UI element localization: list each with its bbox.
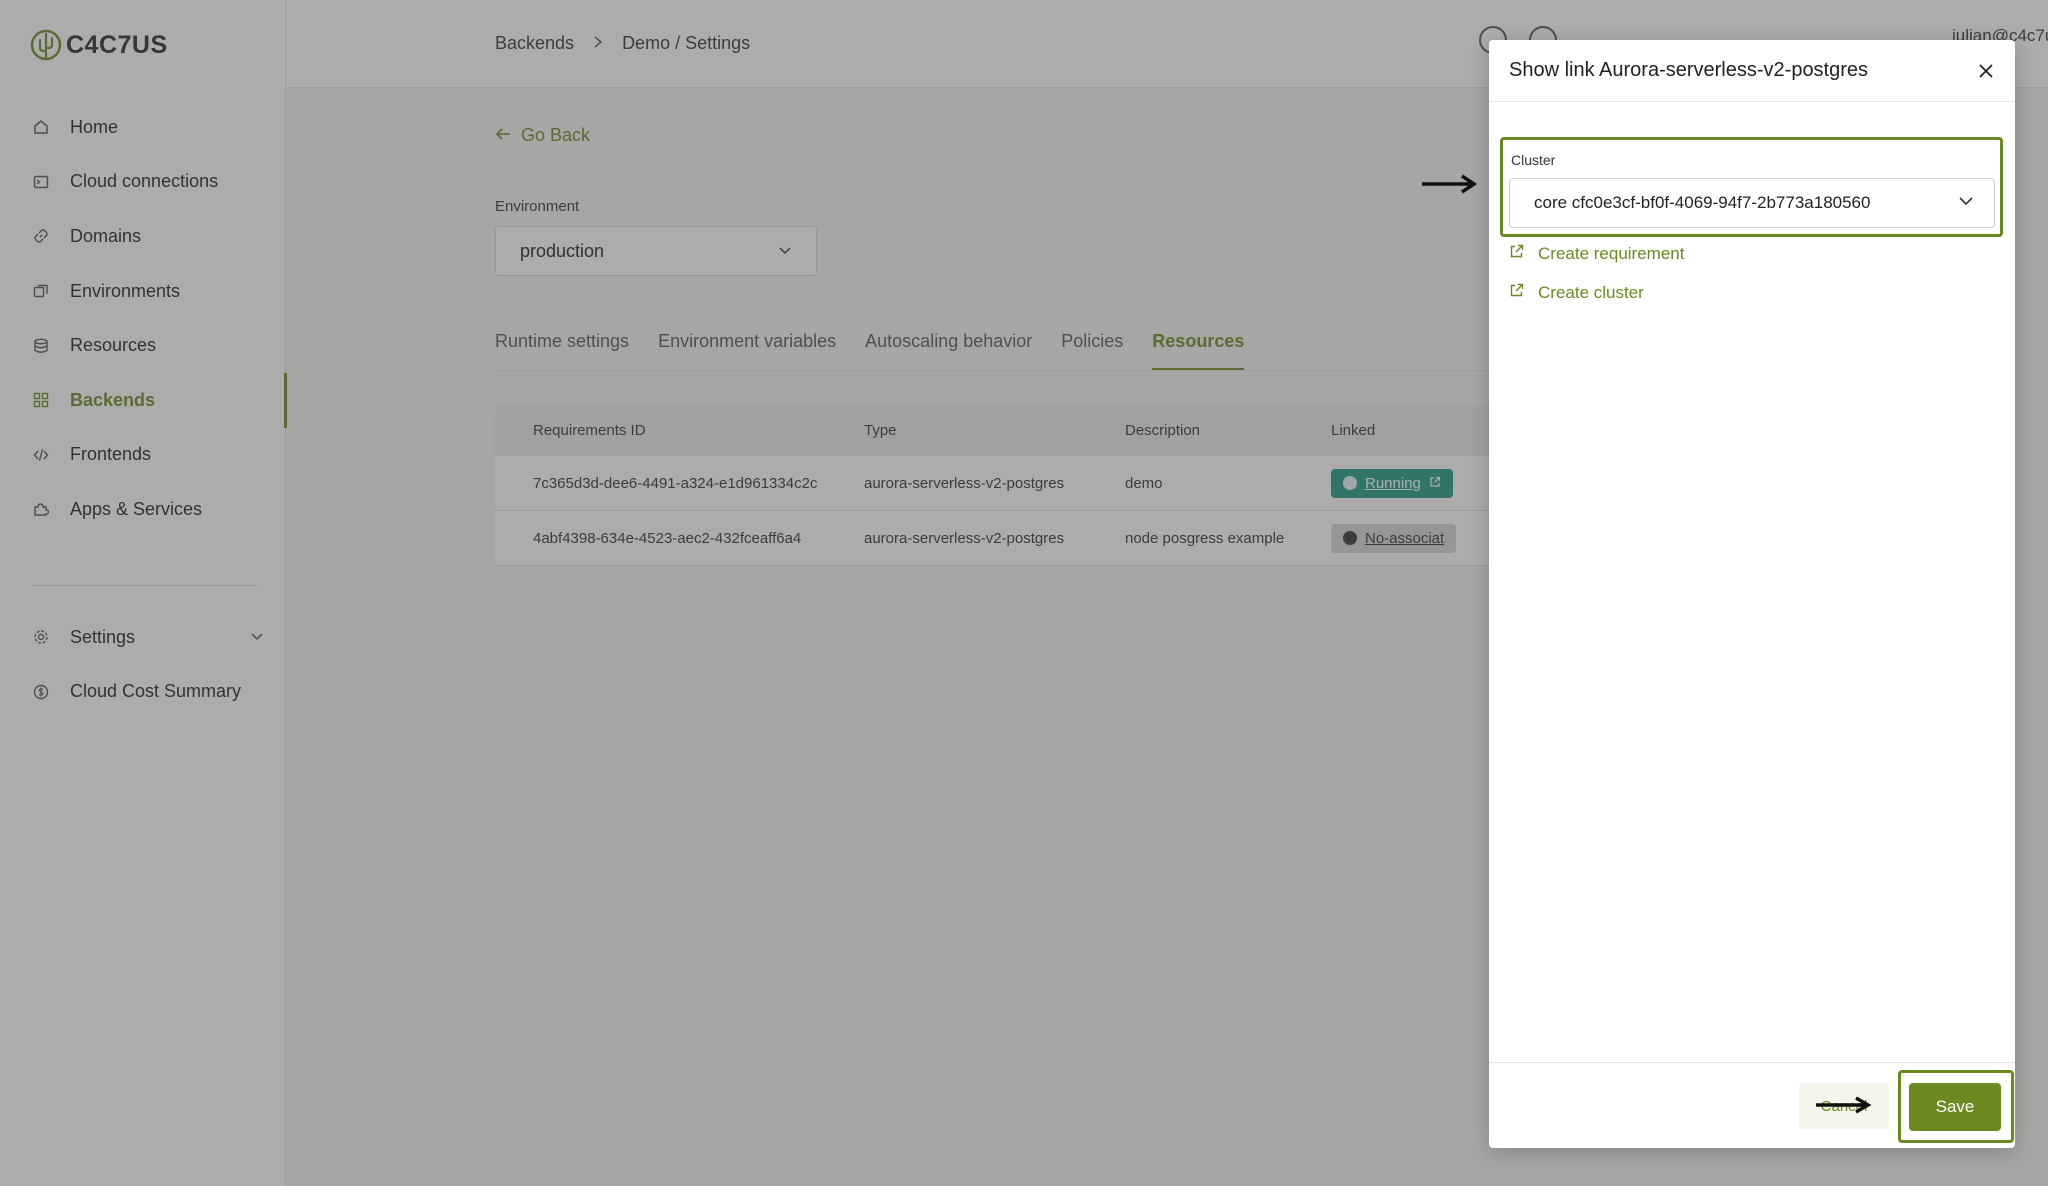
save-button-highlight: Save bbox=[1898, 1070, 2014, 1143]
pointer-arrow-icon bbox=[1816, 1096, 1872, 1114]
create-cluster-link[interactable]: Create cluster bbox=[1509, 283, 1644, 303]
external-link-icon bbox=[1509, 244, 1524, 264]
dialog-title: Show link Aurora-serverless-v2-postgres bbox=[1509, 59, 1869, 81]
create-cluster-label: Create cluster bbox=[1538, 283, 1644, 302]
cluster-select[interactable]: core cfc0e3cf-bf0f-4069-94f7-2b773a18056… bbox=[1509, 178, 1995, 228]
cluster-label: Cluster bbox=[1511, 152, 1556, 168]
cluster-field-highlight: Cluster core cfc0e3cf-bf0f-4069-94f7-2b7… bbox=[1500, 137, 2003, 237]
close-icon[interactable] bbox=[1977, 58, 1995, 84]
cluster-value: core cfc0e3cf-bf0f-4069-94f7-2b773a18056… bbox=[1534, 193, 1871, 212]
save-button[interactable]: Save bbox=[1909, 1083, 2001, 1131]
external-link-icon bbox=[1509, 283, 1524, 303]
pointer-arrow-icon bbox=[1422, 174, 1478, 194]
link-resource-dialog: Show link Aurora-serverless-v2-postgres … bbox=[1489, 40, 2015, 1148]
chevron-down-icon bbox=[1958, 193, 1974, 213]
dialog-footer: Cancel Save bbox=[1489, 1062, 2015, 1148]
create-requirement-label: Create requirement bbox=[1538, 244, 1685, 263]
dialog-header: Show link Aurora-serverless-v2-postgres bbox=[1489, 40, 2015, 102]
create-requirement-link[interactable]: Create requirement bbox=[1509, 244, 1684, 264]
